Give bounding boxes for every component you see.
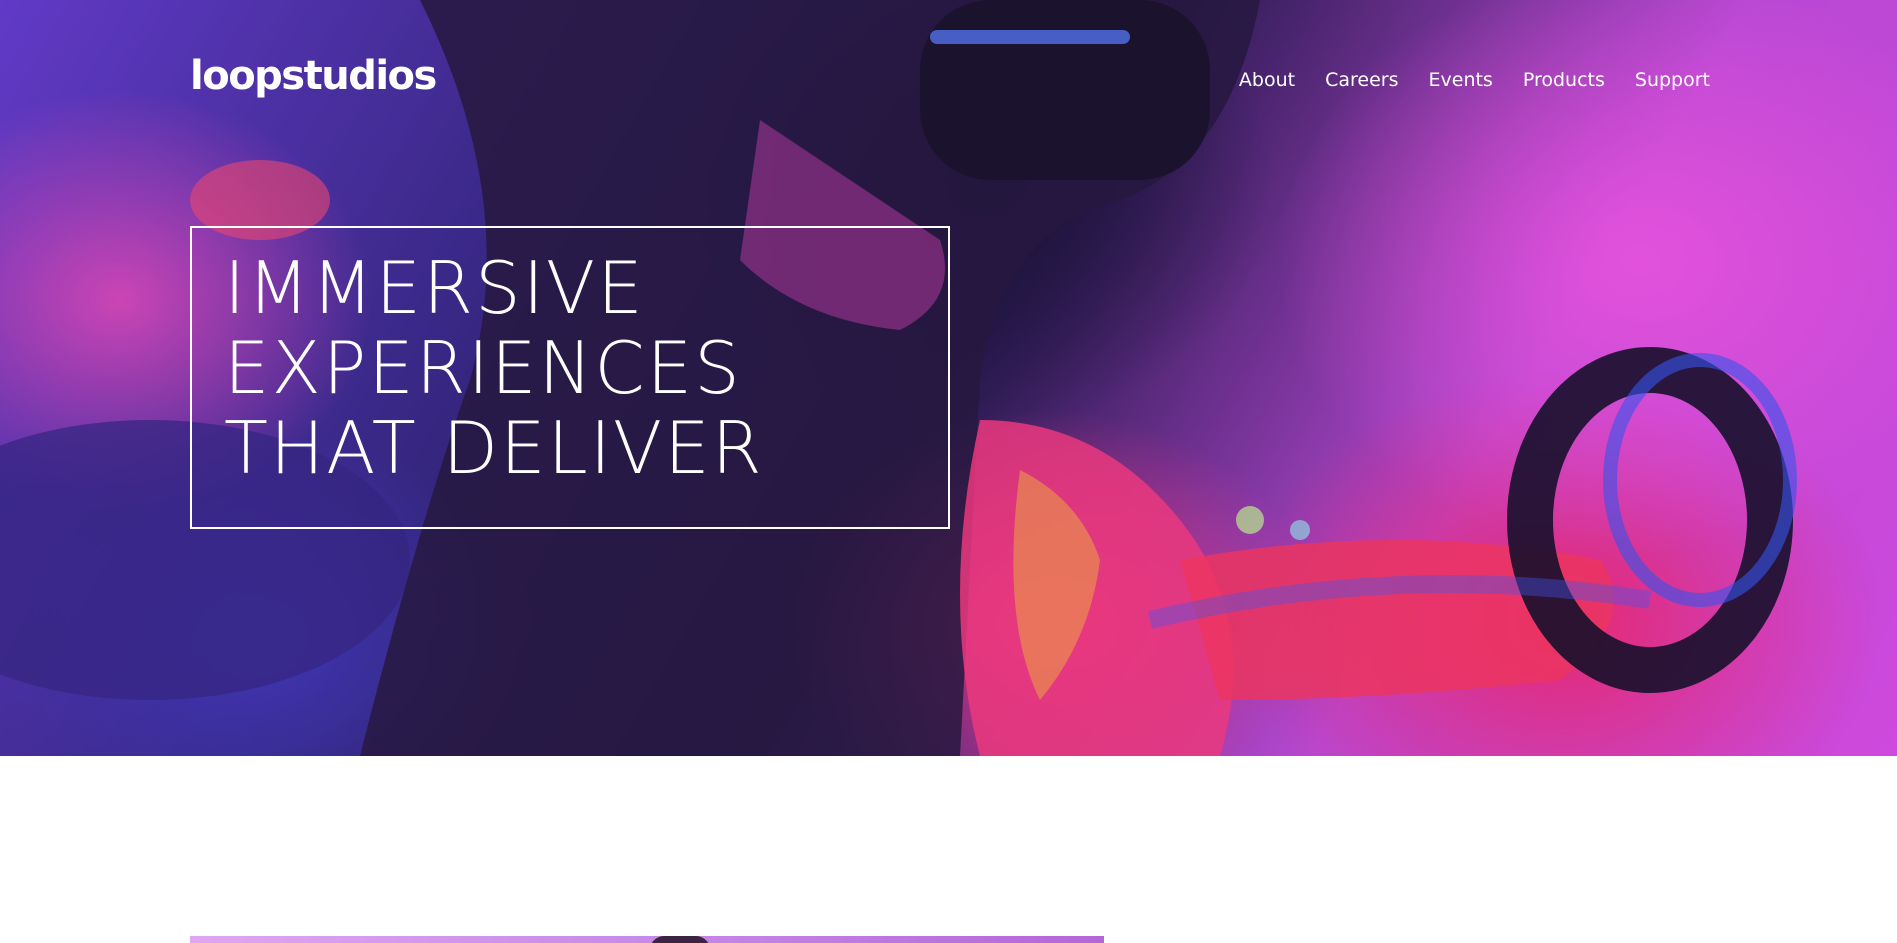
nav-link-careers[interactable]: Careers (1325, 68, 1398, 92)
nav-link-products[interactable]: Products (1523, 68, 1605, 92)
hero-headline-line-3: THAT DELIVER (224, 406, 764, 490)
site-header: loopstudios About Careers Events Product… (190, 52, 1710, 102)
hero-section: loopstudios About Careers Events Product… (0, 0, 1897, 756)
brand-logo[interactable]: loopstudios (190, 52, 437, 100)
interactive-section-image (190, 936, 1104, 943)
nav-link-about[interactable]: About (1239, 68, 1295, 92)
page: loopstudios About Careers Events Product… (0, 0, 1897, 943)
hero-headline: IMMERSIVE EXPERIENCES THAT DELIVER (224, 248, 916, 488)
main-nav: About Careers Events Products Support (1239, 68, 1710, 92)
nav-link-support[interactable]: Support (1635, 68, 1710, 92)
nav-link-events[interactable]: Events (1429, 68, 1493, 92)
hero-headline-line-2: EXPERIENCES (224, 326, 742, 410)
hero-headline-line-1: IMMERSIVE (224, 246, 645, 330)
hero-headline-box: IMMERSIVE EXPERIENCES THAT DELIVER (190, 226, 950, 529)
image-detail (650, 936, 710, 943)
